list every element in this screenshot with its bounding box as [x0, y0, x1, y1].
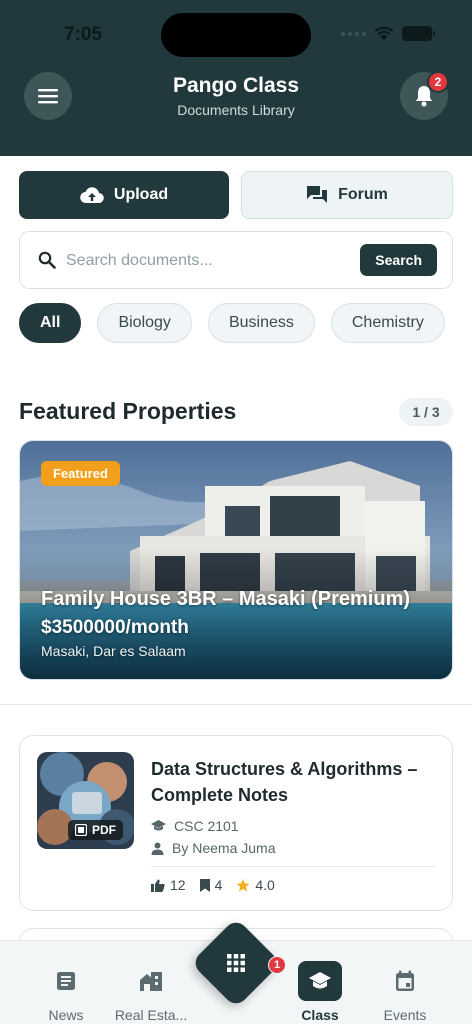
chip-business[interactable]: Business — [207, 303, 315, 343]
category-filter-chips: All Biology Business Chemistry — [19, 303, 453, 345]
status-icons — [341, 26, 435, 41]
notification-badge: 2 — [427, 71, 449, 93]
property-title: Family House 3BR – Masaki (Premium) — [41, 588, 411, 610]
graduation-cap-icon — [309, 972, 331, 989]
nav-class-label: Class — [301, 1007, 339, 1023]
forum-label: Forum — [338, 186, 388, 203]
calendar-icon — [396, 970, 414, 991]
chip-chemistry[interactable]: Chemistry — [330, 303, 445, 343]
document-thumbnail: PDF — [37, 752, 134, 849]
section-divider — [0, 704, 472, 705]
bookmarks-stat[interactable]: 4 — [199, 877, 223, 893]
nav-class[interactable]: Class — [280, 961, 360, 1023]
cloud-upload-icon — [80, 187, 104, 204]
status-time: 7:05 — [64, 24, 103, 45]
rating-stat: 4.0 — [236, 877, 275, 893]
thumbs-up-icon — [151, 879, 165, 892]
rating-value: 4.0 — [255, 877, 275, 893]
nav-events-label: Events — [383, 1007, 427, 1023]
nav-real-estate[interactable]: Real Esta... — [111, 961, 191, 1023]
chip-all[interactable]: All — [19, 303, 82, 343]
nav-events[interactable]: Events — [365, 961, 445, 1023]
star-icon — [236, 878, 250, 891]
file-type-badge: PDF — [68, 820, 123, 840]
nav-news[interactable]: News — [26, 961, 106, 1023]
document-title: Data Structures & Algorithms – Complete … — [151, 759, 418, 805]
bookmark-icon — [199, 878, 210, 892]
course-code: CSC 2101 — [174, 818, 239, 834]
pdf-icon — [75, 824, 87, 836]
notifications-button[interactable]: 2 — [400, 71, 449, 120]
card-divider — [151, 866, 435, 867]
author-name: By Neema Juma — [172, 840, 276, 856]
battery-icon — [402, 26, 435, 41]
dynamic-island — [161, 13, 311, 57]
signal-icon — [341, 31, 366, 36]
apps-badge: 1 — [268, 956, 286, 974]
featured-section-title: Featured Properties — [19, 398, 237, 424]
graduation-cap-icon — [151, 820, 166, 831]
search-button[interactable]: Search — [360, 244, 437, 276]
property-location: Masaki, Dar es Salaam — [41, 643, 186, 659]
upload-label: Upload — [113, 186, 169, 203]
person-icon — [151, 842, 164, 855]
property-price: $3500000/month — [41, 617, 189, 638]
chip-biology[interactable]: Biology — [97, 303, 192, 343]
file-type-label: PDF — [92, 823, 116, 837]
upload-button[interactable]: Upload — [19, 171, 229, 219]
search-input[interactable] — [66, 246, 356, 276]
author-row: By Neema Juma — [151, 840, 275, 856]
grid-icon — [227, 954, 245, 972]
news-icon — [57, 972, 75, 990]
search-icon — [38, 251, 56, 269]
course-code-row: CSC 2101 — [151, 818, 239, 834]
forum-icon — [307, 186, 328, 203]
document-card[interactable]: PDF Data Structures & Algorithms – Compl… — [19, 735, 453, 911]
wifi-icon — [374, 26, 394, 40]
likes-stat[interactable]: 12 — [151, 877, 186, 893]
buildings-icon — [140, 972, 162, 991]
nav-news-label: News — [48, 1007, 84, 1023]
nav-real-estate-label: Real Esta... — [114, 1007, 188, 1023]
bookmarks-count: 4 — [214, 877, 223, 893]
featured-pager: 1 / 3 — [399, 398, 453, 426]
document-stats: 12 4 4.0 — [151, 877, 275, 893]
featured-badge: Featured — [41, 461, 120, 486]
forum-button[interactable]: Forum — [241, 171, 453, 219]
search-bar: Search — [19, 231, 453, 289]
featured-property-card[interactable]: Featured Family House 3BR – Masaki (Prem… — [19, 440, 453, 680]
likes-count: 12 — [170, 877, 186, 893]
app-header: 7:05 Pango Class Documents Library 2 — [0, 0, 472, 156]
